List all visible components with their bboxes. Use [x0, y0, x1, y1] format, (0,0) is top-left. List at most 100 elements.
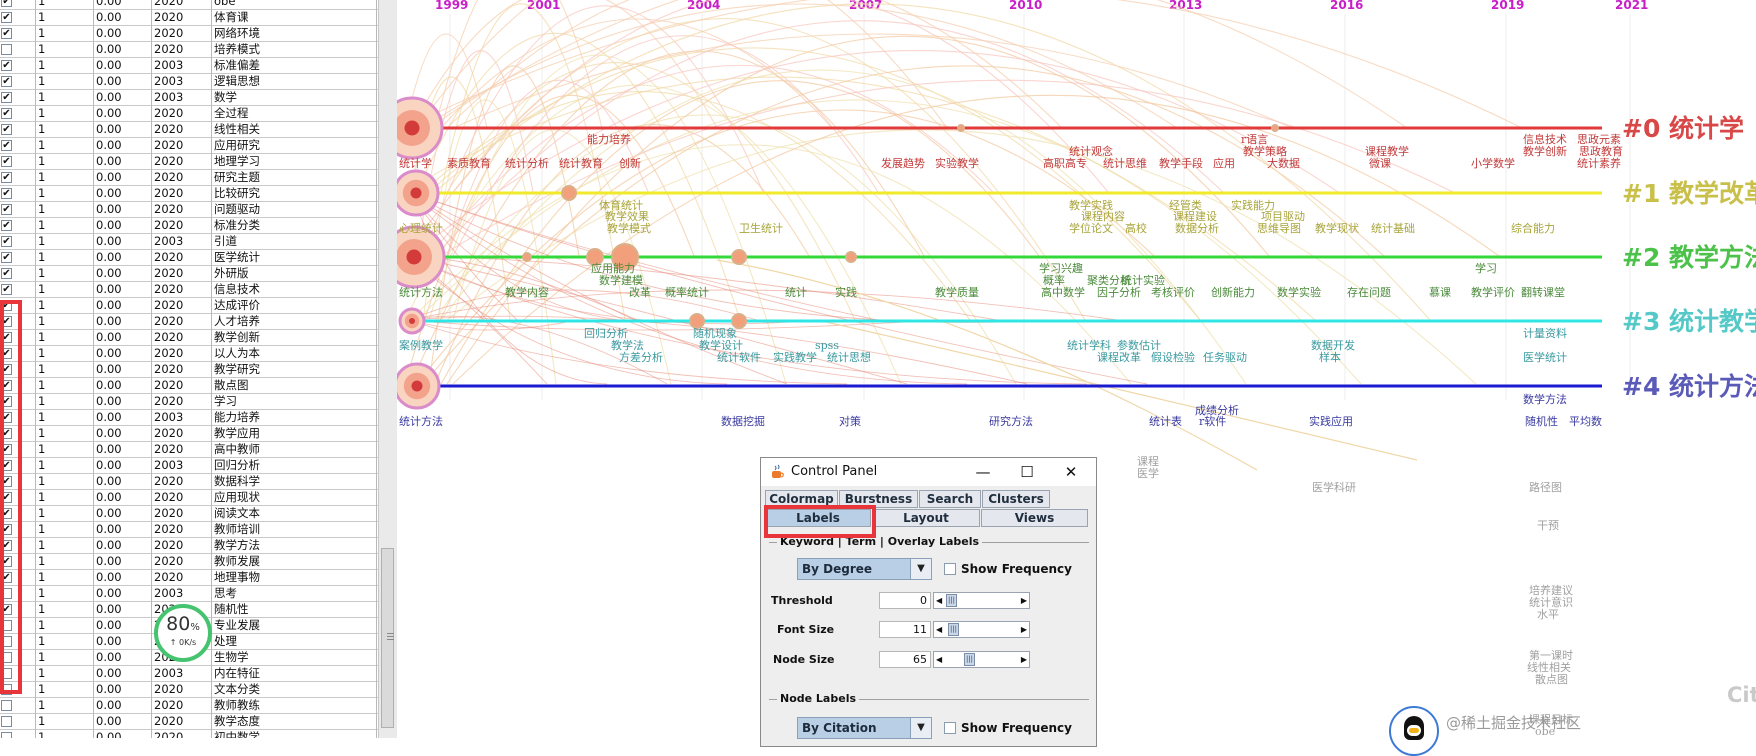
row-checkbox[interactable]: ✔ — [1, 284, 12, 295]
table-row[interactable]: ✔ 1 0.00 2020 教师培训 — [0, 522, 378, 538]
font-size-input[interactable]: 11 — [879, 621, 931, 638]
row-checkbox[interactable]: ✔ — [1, 172, 12, 183]
table-row[interactable]: ✔ 1 0.00 2003 逻辑思想 — [0, 74, 378, 90]
row-checkbox[interactable]: ✔ — [1, 108, 12, 119]
row-checkbox[interactable]: ✔ — [1, 76, 12, 87]
tab-views[interactable]: Views — [981, 509, 1088, 527]
row-checkbox[interactable] — [1, 732, 12, 738]
scrollbar-thumb[interactable] — [381, 548, 394, 728]
row-checkbox[interactable]: ✔ — [1, 156, 12, 167]
row-count: 1 — [38, 730, 46, 738]
table-row[interactable]: ✔ 1 0.00 2003 数学 — [0, 90, 378, 106]
table-row[interactable]: ✔ 1 0.00 2020 obe — [0, 0, 378, 10]
node-size-input[interactable]: 65 — [879, 651, 931, 668]
qq-penguin-icon[interactable] — [1389, 706, 1439, 756]
slider-knob[interactable]: ||| — [946, 594, 957, 607]
row-checkbox[interactable]: ✔ — [1, 204, 12, 215]
table-row[interactable]: 1 0.00 2020 培养模式 — [0, 42, 378, 58]
table-row[interactable]: ✔ 1 0.00 2020 应用现状 — [0, 490, 378, 506]
threshold-input[interactable]: 0 — [879, 592, 931, 609]
table-row[interactable]: 1 0.00 2020 教师教练 — [0, 698, 378, 714]
table-row[interactable]: ✔ 1 0.00 2020 问题驱动 — [0, 202, 378, 218]
show-frequency-checkbox[interactable] — [944, 563, 956, 575]
table-row[interactable]: 1 0.00 2020 教学态度 — [0, 714, 378, 730]
table-row[interactable]: ✔ 1 0.00 2020 阅读文本 — [0, 506, 378, 522]
row-checkbox[interactable] — [1, 716, 12, 727]
table-row[interactable]: ✔ 1 0.00 2020 地理学习 — [0, 154, 378, 170]
row-checkbox[interactable]: ✔ — [1, 268, 12, 279]
row-checkbox[interactable]: ✔ — [1, 188, 12, 199]
table-row[interactable]: ✔ 1 0.00 2003 回归分析 — [0, 458, 378, 474]
row-checkbox[interactable]: ✔ — [1, 140, 12, 151]
table-row[interactable]: 1 0.00 2003 内在特征 — [0, 666, 378, 682]
table-row[interactable]: ✔ 1 0.00 2020 地理事物 — [0, 570, 378, 586]
table-row[interactable]: ✔ 1 0.00 2003 能力培养 — [0, 410, 378, 426]
table-row[interactable]: ✔ 1 0.00 2020 散点图 — [0, 378, 378, 394]
font-size-slider[interactable]: ◀ ||| ▶ — [933, 621, 1030, 638]
table-row[interactable]: 1 0.00 2003 思考 — [0, 586, 378, 602]
keyword-label: 第一课时 — [1529, 648, 1573, 662]
network-speed-meter[interactable]: 80% ↑ 0K/s — [154, 604, 212, 662]
row-checkbox[interactable]: ✔ — [1, 28, 12, 39]
slider-right-arrow-icon[interactable]: ▶ — [1021, 596, 1027, 605]
node-label-mode-dropdown[interactable]: By Citation ▼ — [797, 717, 932, 739]
table-row[interactable]: ✔ 1 0.00 2020 数据科学 — [0, 474, 378, 490]
table-row[interactable]: ✔ 1 0.00 2020 教学创新 — [0, 330, 378, 346]
table-row[interactable]: ✔ 1 0.00 2020 外研版 — [0, 266, 378, 282]
row-checkbox[interactable]: ✔ — [1, 12, 12, 23]
table-row[interactable]: ✔ 1 0.00 2020 网络环境 — [0, 26, 378, 42]
table-row[interactable]: ✔ 1 0.00 2020 教学研究 — [0, 362, 378, 378]
row-checkbox[interactable]: ✔ — [1, 252, 12, 263]
table-row[interactable]: ✔ 1 0.00 2020 全过程 — [0, 106, 378, 122]
table-row[interactable]: ✔ 1 0.00 2003 引道 — [0, 234, 378, 250]
row-checkbox[interactable]: ✔ — [1, 60, 12, 71]
table-row[interactable]: 1 0.00 2020 初中数学 — [0, 730, 378, 738]
tab-search[interactable]: Search — [919, 490, 981, 508]
table-row[interactable]: ✔ 1 0.00 2020 教师发展 — [0, 554, 378, 570]
slider-right-arrow-icon[interactable]: ▶ — [1021, 625, 1027, 634]
table-row[interactable]: ✔ 1 0.00 2020 比较研究 — [0, 186, 378, 202]
table-row[interactable]: ✔ 1 0.00 2020 高中教师 — [0, 442, 378, 458]
table-row[interactable]: ✔ 1 0.00 2020 达成评价 — [0, 298, 378, 314]
table-row[interactable]: ✔ 1 0.00 2020 线性相关 — [0, 122, 378, 138]
slider-left-arrow-icon[interactable]: ◀ — [936, 655, 942, 664]
table-row[interactable]: ✔ 1 0.00 2020 研究主题 — [0, 170, 378, 186]
table-row[interactable]: ✔ 1 0.00 2020 标准分类 — [0, 218, 378, 234]
maximize-button[interactable]: ☐ — [1010, 460, 1044, 484]
table-row[interactable]: 1 0.00 2020 文本分类 — [0, 682, 378, 698]
row-checkbox[interactable] — [1, 700, 12, 711]
slider-left-arrow-icon[interactable]: ◀ — [936, 596, 942, 605]
table-row[interactable]: ✔ 1 0.00 2003 标准偏差 — [0, 58, 378, 74]
table-row[interactable]: ✔ 1 0.00 2020 学习 — [0, 394, 378, 410]
table-row[interactable]: ✔ 1 0.00 2020 教学方法 — [0, 538, 378, 554]
node-size-slider[interactable]: ◀ ||| ▶ — [933, 651, 1030, 668]
show-frequency-checkbox-2[interactable] — [944, 722, 956, 734]
minimize-button[interactable]: — — [966, 460, 1000, 484]
row-checkbox[interactable] — [1, 44, 12, 55]
row-checkbox[interactable]: ✔ — [1, 236, 12, 247]
tab-layout[interactable]: Layout — [872, 509, 980, 527]
threshold-slider[interactable]: ◀ ||| ▶ — [933, 592, 1030, 609]
slider-right-arrow-icon[interactable]: ▶ — [1021, 655, 1027, 664]
close-button[interactable]: ✕ — [1054, 460, 1088, 484]
table-row[interactable]: ✔ 1 0.00 2020 信息技术 — [0, 282, 378, 298]
row-checkbox[interactable]: ✔ — [1, 92, 12, 103]
table-row[interactable]: ✔ 1 0.00 2020 教学应用 — [0, 426, 378, 442]
table-row[interactable]: ✔ 1 0.00 2020 体育课 — [0, 10, 378, 26]
label-mode-dropdown[interactable]: By Degree ▼ — [797, 558, 932, 580]
slider-knob[interactable]: ||| — [948, 623, 959, 636]
row-checkbox[interactable]: ✔ — [1, 220, 12, 231]
row-checkbox[interactable]: ✔ — [1, 124, 12, 135]
table-scrollbar[interactable] — [378, 0, 397, 738]
control-panel-titlebar[interactable]: Control Panel — ☐ ✕ — [761, 458, 1096, 486]
table-row[interactable]: ✔ 1 0.00 2020 以人为本 — [0, 346, 378, 362]
table-row[interactable]: ✔ 1 0.00 2020 应用研究 — [0, 138, 378, 154]
row-count: 1 — [38, 442, 46, 456]
row-checkbox[interactable]: ✔ — [1, 0, 12, 7]
table-row[interactable]: ✔ 1 0.00 2020 人才培养 — [0, 314, 378, 330]
slider-left-arrow-icon[interactable]: ◀ — [936, 625, 942, 634]
slider-knob[interactable]: ||| — [964, 653, 975, 666]
tab-clusters[interactable]: Clusters — [982, 490, 1050, 508]
table-row[interactable]: ✔ 1 0.00 2020 医学统计 — [0, 250, 378, 266]
row-count: 1 — [38, 266, 46, 280]
